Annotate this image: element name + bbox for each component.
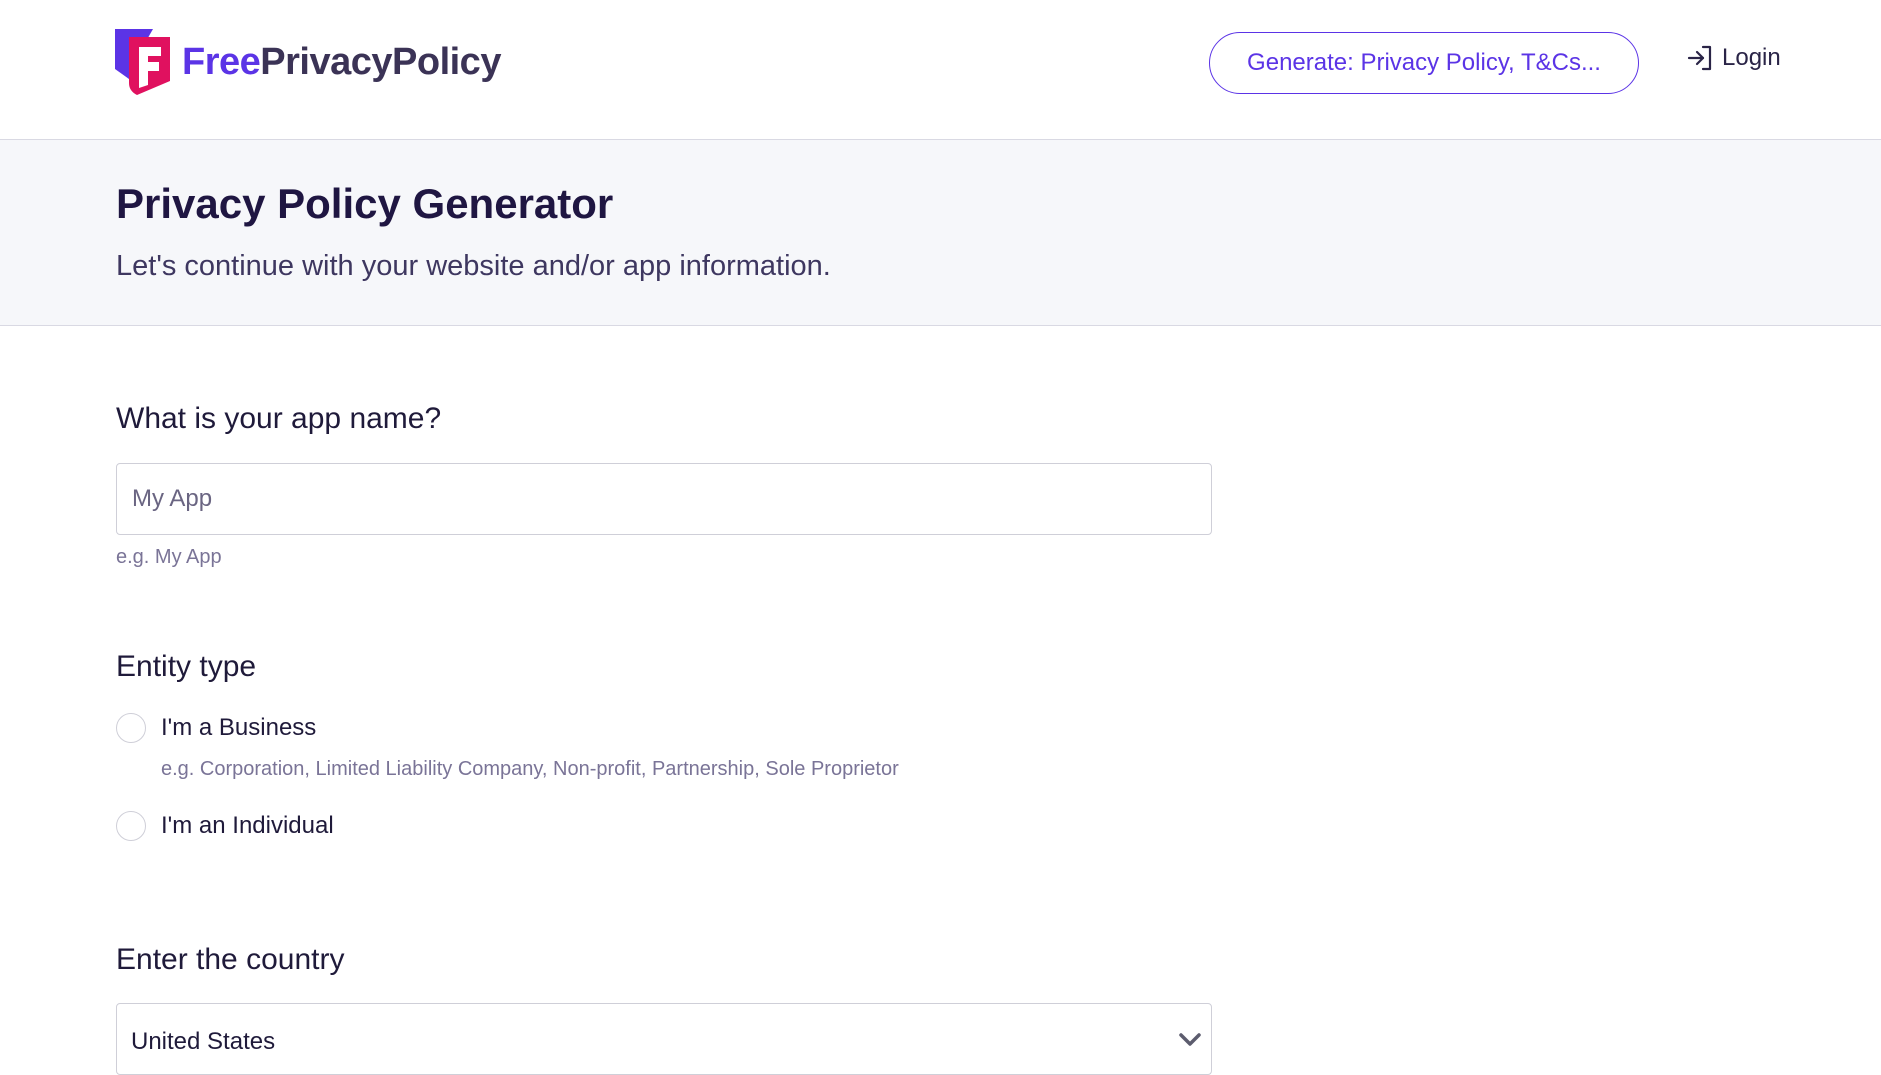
app-name-hint: e.g. My App (116, 546, 222, 568)
page-hero: Privacy Policy Generator Let's continue … (0, 140, 1881, 326)
entity-option-business[interactable]: I'm a Business (116, 713, 316, 743)
chevron-down-icon (1179, 1033, 1201, 1046)
generate-button[interactable]: Generate: Privacy Policy, T&Cs... (1209, 32, 1639, 94)
brand-logo-link[interactable]: FreePrivacyPolicy (115, 29, 501, 95)
app-name-question: What is your app name? (116, 402, 442, 435)
login-label: Login (1722, 44, 1781, 71)
country-select-value: United States (131, 1028, 276, 1055)
individual-radio[interactable] (116, 811, 146, 841)
business-radio[interactable] (116, 713, 146, 743)
business-radio-label: I'm a Business (161, 714, 317, 741)
login-arrow-icon (1687, 45, 1712, 71)
brand-logo-icon (115, 29, 170, 95)
country-question: Enter the country (116, 943, 345, 976)
brand-name: FreePrivacyPolicy (182, 43, 501, 81)
entity-option-individual[interactable]: I'm an Individual (116, 811, 334, 841)
brand-name-free: Free (182, 41, 261, 83)
individual-radio-label: I'm an Individual (161, 812, 334, 839)
top-navigation-bar: FreePrivacyPolicy Generate: Privacy Poli… (0, 0, 1881, 140)
country-select[interactable]: United States (116, 1003, 1212, 1075)
brand-name-rest: PrivacyPolicy (260, 41, 501, 83)
business-hint: e.g. Corporation, Limited Liability Comp… (161, 758, 899, 780)
entity-type-question: Entity type (116, 650, 257, 683)
login-link[interactable]: Login (1686, 44, 1781, 72)
page-title: Privacy Policy Generator (116, 180, 614, 227)
app-name-input[interactable] (116, 463, 1212, 535)
page-subtitle: Let's continue with your website and/or … (116, 250, 831, 282)
